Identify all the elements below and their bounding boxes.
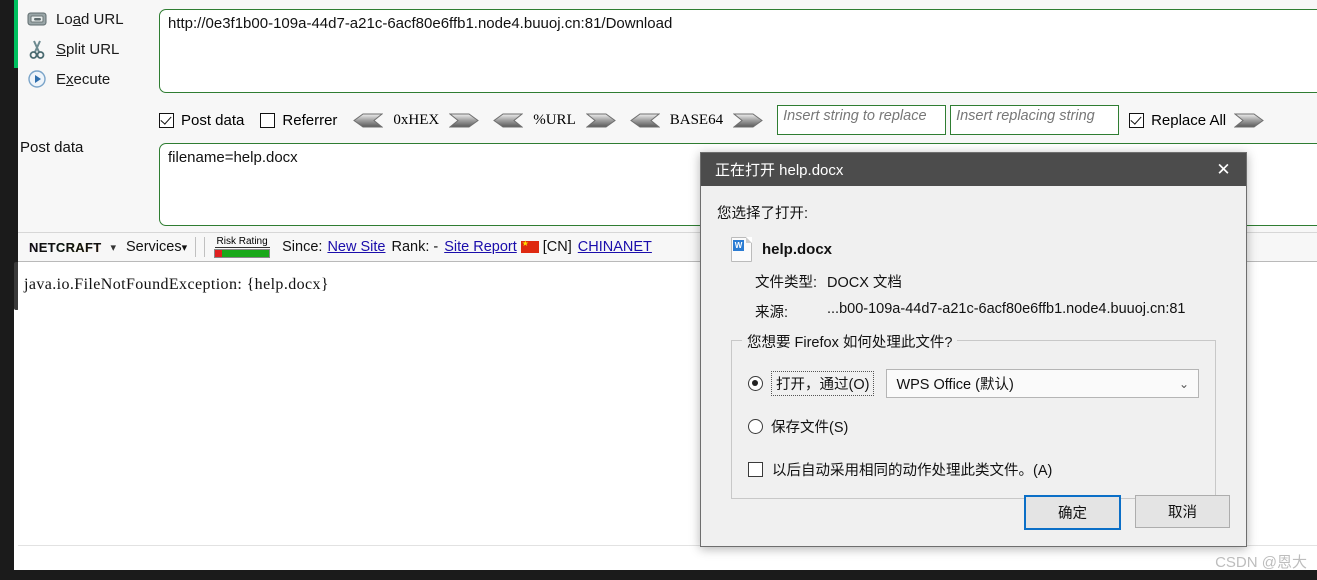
ok-button[interactable]: 确定 [1024, 495, 1121, 530]
file-name: help.docx [762, 241, 833, 258]
remember-choice-checkbox[interactable] [748, 462, 763, 477]
new-site-link[interactable]: New Site [327, 239, 385, 255]
china-flag-icon [520, 238, 539, 253]
netcraft-services-menu[interactable]: Services▾ [126, 239, 187, 255]
execute-icon [24, 68, 50, 90]
remember-choice-row[interactable]: 以后自动采用相同的动作处理此类文件。(A) [748, 459, 1199, 480]
since-label: Since: [282, 239, 323, 255]
referrer-checkbox-label: Referrer [282, 111, 338, 129]
replace-apply-arrow-icon[interactable] [1233, 113, 1264, 128]
opening-file-dialog: 正在打开 help.docx ✕ 您选择了打开: help.docx 文件类型:… [700, 152, 1247, 547]
handling-groupbox: 您想要 Firefox 如何处理此文件? 打开，通过(O) WPS Office… [731, 331, 1216, 499]
dialog-body: 您选择了打开: help.docx 文件类型: DOCX 文档 来源: ...b… [701, 186, 1246, 499]
country-code-label: [CN] [542, 239, 572, 255]
load-url-label: Load URL [56, 10, 124, 28]
risk-bar-green-segment [221, 250, 270, 257]
hackbar-button-column: Load URL Split URL Execute [18, 4, 138, 94]
risk-rating-widget: Risk Rating [214, 236, 271, 258]
netcraft-menu-caret-icon[interactable]: ▾ [110, 241, 116, 254]
browser-left-chrome-lower [0, 305, 14, 580]
hex-decode-arrow-icon[interactable] [353, 113, 384, 128]
watermark: CSDN @恩大 [1215, 554, 1307, 571]
close-icon[interactable]: ✕ [1201, 153, 1246, 186]
dialog-intro-text: 您选择了打开: [717, 206, 809, 222]
chevron-down-icon: ⌄ [1178, 376, 1189, 391]
netcraft-services-label: Services [125, 239, 182, 255]
exception-message: java.io.FileNotFoundException: {help.doc… [24, 276, 330, 293]
base64-encode-arrow-icon[interactable] [732, 113, 763, 128]
file-type-row: 文件类型: DOCX 文档 [755, 271, 1230, 292]
source-key: 来源: [755, 305, 789, 321]
referrer-checkbox[interactable]: Referrer [260, 112, 337, 129]
file-type-value: DOCX 文档 [827, 275, 902, 291]
remember-choice-label: 以后自动采用相同的动作处理此类文件。(A) [772, 463, 1053, 479]
post-data-checkbox-label: Post data [181, 111, 245, 129]
replace-to-input[interactable]: Insert replacing string [950, 105, 1120, 135]
services-caret-icon: ▾ [181, 242, 188, 254]
execute-label: Execute [56, 70, 111, 88]
site-report-link[interactable]: Site Report [444, 239, 517, 255]
base64-decode-arrow-icon[interactable] [629, 113, 661, 128]
open-with-row[interactable]: 打开，通过(O) WPS Office (默认) ⌄ [748, 369, 1199, 398]
hackbar-toolbar-row: Post data Referrer 0xHEX %URL BASE64 Ins… [159, 105, 1317, 135]
checkbox-box [1129, 112, 1145, 128]
dialog-button-row: 确定 取消 [1010, 495, 1230, 530]
url-decode-arrow-icon[interactable] [493, 113, 524, 128]
replace-from-input[interactable]: Insert string to replace [777, 105, 947, 135]
hex-codec-label: 0xHEX [393, 111, 440, 128]
url-input[interactable]: http://0e3f1b00-109a-44d7-a21c-6acf80e6f… [159, 9, 1317, 93]
url-encode-arrow-icon[interactable] [585, 113, 616, 128]
network-link[interactable]: CHINANET [578, 239, 652, 255]
toolbar-divider-2 [204, 237, 206, 257]
save-file-radio[interactable] [748, 419, 763, 434]
docx-file-icon [731, 237, 752, 262]
application-select[interactable]: WPS Office (默认) ⌄ [886, 369, 1199, 398]
risk-rating-label: Risk Rating [214, 236, 270, 248]
save-file-label: 保存文件(S) [771, 420, 849, 436]
replace-all-checkbox[interactable]: Replace All [1129, 112, 1226, 129]
rank-label: Rank: - [391, 239, 439, 255]
replace-all-label: Replace All [1151, 111, 1227, 129]
hex-encode-arrow-icon[interactable] [448, 113, 480, 128]
save-file-row[interactable]: 保存文件(S) [748, 416, 1199, 437]
base64-codec-label: BASE64 [669, 111, 724, 128]
risk-rating-bar [214, 249, 271, 258]
dialog-titlebar: 正在打开 help.docx ✕ [701, 153, 1246, 186]
application-select-value: WPS Office (默认) [896, 377, 1014, 393]
split-url-button[interactable]: Split URL [18, 34, 138, 64]
load-url-icon [24, 8, 50, 30]
hex-codec-group: 0xHEX [353, 111, 480, 129]
netcraft-logo: NETCRAFT [26, 239, 104, 256]
cancel-button[interactable]: 取消 [1135, 495, 1230, 528]
execute-button[interactable]: Execute [18, 64, 138, 94]
file-row: help.docx [731, 237, 1230, 262]
scissors-icon [24, 38, 50, 60]
post-data-checkbox[interactable]: Post data [159, 112, 244, 129]
url-codec-label: %URL [533, 111, 576, 128]
url-codec-group: %URL [493, 112, 616, 129]
open-with-label: 打开，通过(O) [771, 371, 875, 396]
source-value: ...b00-109a-44d7-a21c-6acf80e6ffb1.node4… [827, 301, 1186, 317]
base64-codec-group: BASE64 [629, 111, 763, 129]
source-row: 来源: ...b00-109a-44d7-a21c-6acf80e6ffb1.n… [755, 301, 1230, 322]
checkbox-box [260, 112, 276, 128]
dialog-title: 正在打开 help.docx [715, 162, 844, 179]
split-url-label: Split URL [56, 40, 120, 58]
groupbox-legend: 您想要 Firefox 如何处理此文件? [742, 331, 958, 352]
post-data-label: Post data [20, 139, 84, 156]
load-url-button[interactable]: Load URL [18, 4, 138, 34]
file-type-key: 文件类型: [755, 275, 818, 291]
open-with-radio[interactable] [748, 376, 763, 391]
checkbox-box [159, 112, 174, 128]
browser-bottom-chrome [0, 570, 1317, 580]
toolbar-divider [195, 237, 197, 257]
